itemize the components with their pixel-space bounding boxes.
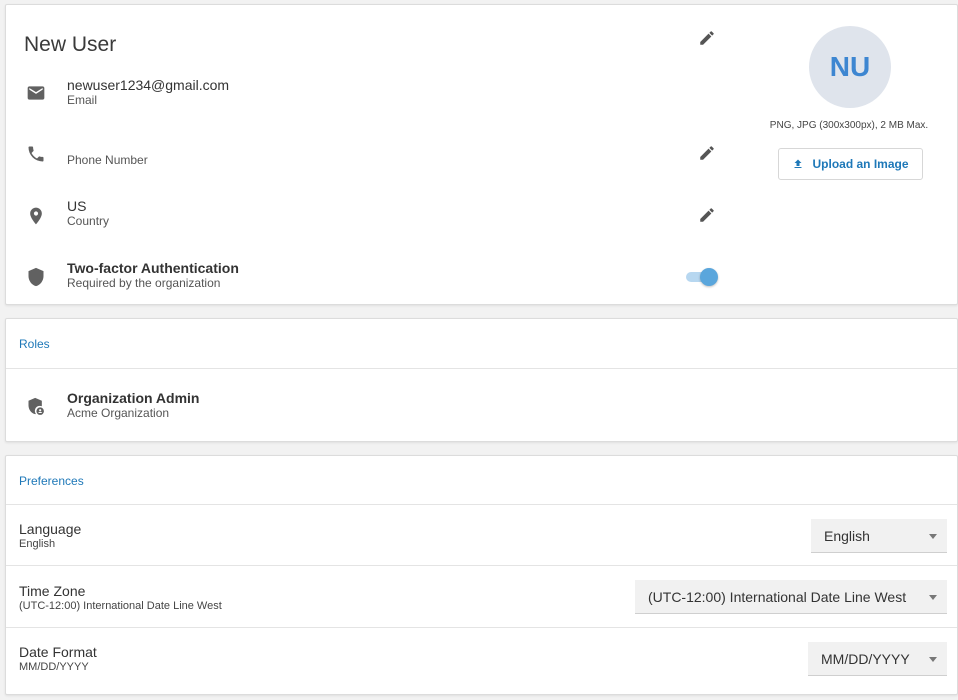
timezone-selected: (UTC-12:00) International Date Line West [648, 588, 907, 605]
roles-card: Roles Organization Admin Acme Organizati… [5, 318, 958, 442]
role-org: Acme Organization [67, 406, 170, 420]
date-format-select[interactable]: MM/DD/YYYY [808, 642, 947, 676]
user-name: New User [24, 33, 117, 56]
edit-country-pencil-icon[interactable] [698, 206, 718, 226]
edit-phone-pencil-icon[interactable] [698, 144, 718, 164]
chevron-down-icon [929, 595, 937, 600]
profile-card: New User newuser1234@gmail.com Email Pho… [5, 4, 958, 305]
two-factor-toggle[interactable] [685, 267, 719, 287]
roles-divider [6, 368, 957, 369]
mail-icon [26, 83, 46, 103]
email-label: Email [67, 93, 98, 107]
country-value: US [67, 198, 87, 214]
two-factor-subtitle: Required by the organization [67, 276, 221, 290]
language-selected: English [824, 527, 870, 544]
edit-name-pencil-icon[interactable] [698, 29, 718, 49]
language-select[interactable]: English [811, 519, 947, 553]
language-value: English [19, 538, 56, 550]
roles-section-title: Roles [19, 337, 50, 351]
two-factor-title: Two-factor Authentication [67, 260, 239, 276]
date-format-pref: Date Format MM/DD/YYYY [19, 644, 97, 674]
upload-button-label: Upload an Image [812, 157, 909, 171]
chevron-down-icon [929, 657, 937, 662]
timezone-value: (UTC-12:00) International Date Line West [19, 600, 222, 612]
shield-user-icon [26, 397, 46, 417]
date-format-value: MM/DD/YYYY [19, 661, 89, 673]
language-divider [6, 565, 957, 566]
role-name: Organization Admin [67, 390, 200, 406]
preferences-section-title: Preferences [19, 474, 84, 488]
date-format-selected: MM/DD/YYYY [821, 650, 910, 667]
timezone-label: Time Zone [19, 583, 86, 599]
two-factor-row: Two-factor Authentication Required by th… [67, 260, 239, 291]
phone-icon [26, 144, 46, 164]
country-row: US Country [67, 198, 110, 229]
date-format-label: Date Format [19, 644, 97, 660]
email-row: newuser1234@gmail.com Email [67, 77, 230, 108]
language-pref: Language English [19, 521, 81, 551]
shield-icon [26, 267, 46, 287]
email-value: newuser1234@gmail.com [67, 77, 230, 93]
upload-hint: PNG, JPG (300x300px), 2 MB Max. [769, 120, 929, 131]
avatar: NU [809, 26, 891, 108]
language-label: Language [19, 521, 82, 537]
toggle-thumb [700, 268, 718, 286]
upload-icon [794, 159, 802, 168]
timezone-select[interactable]: (UTC-12:00) International Date Line West [635, 580, 947, 614]
location-pin-icon [26, 206, 46, 226]
upload-image-button[interactable]: Upload an Image [778, 148, 923, 180]
preferences-card: Preferences Language English English Tim… [5, 455, 958, 695]
country-label: Country [67, 214, 110, 228]
timezone-divider [6, 627, 957, 628]
timezone-pref: Time Zone (UTC-12:00) International Date… [19, 583, 222, 613]
role-item: Organization Admin Acme Organization [67, 390, 200, 421]
chevron-down-icon [929, 534, 937, 539]
phone-label: Phone Number [67, 153, 148, 167]
preferences-divider [6, 504, 957, 505]
phone-row: Phone Number [67, 153, 148, 167]
